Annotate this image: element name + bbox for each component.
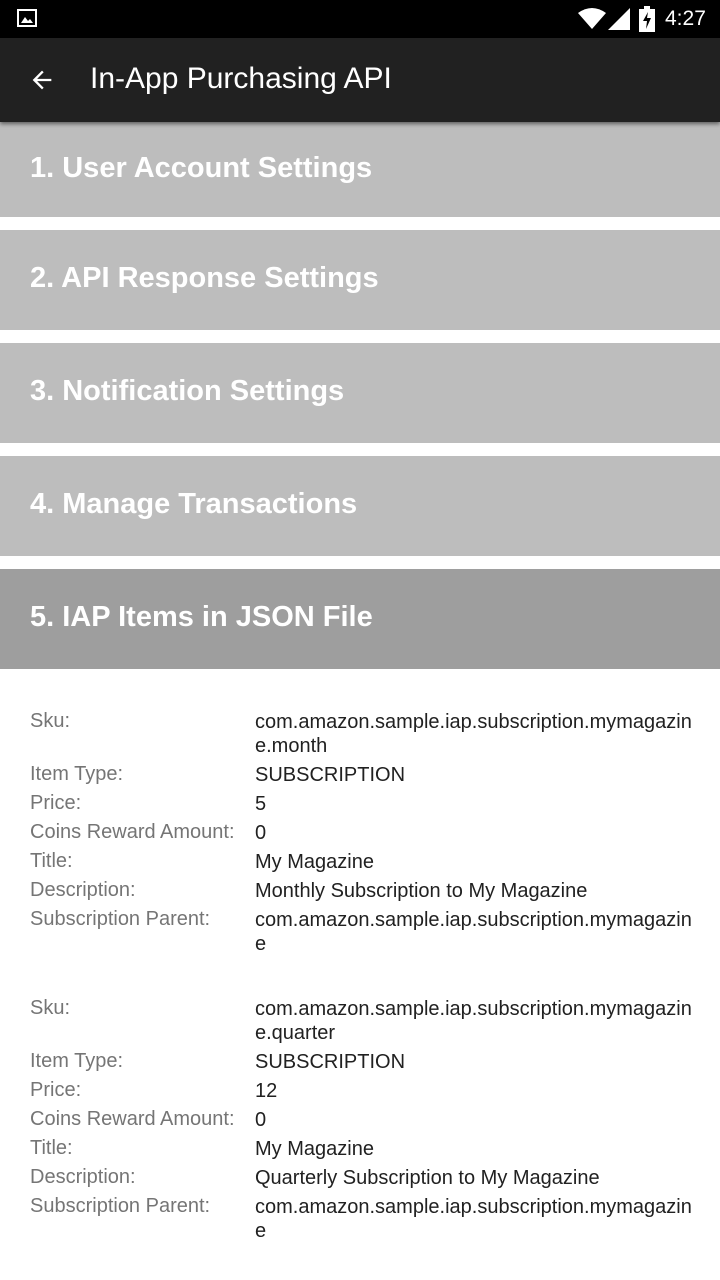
subscription-parent-label: Subscription Parent: xyxy=(30,1195,211,1217)
section-label: 1. User Account Settings xyxy=(30,152,373,184)
coins-value: 0 xyxy=(255,1109,267,1131)
section-manage-transactions[interactable]: 4. Manage Transactions xyxy=(0,456,720,556)
price-value: 5 xyxy=(255,793,267,815)
section-api-response-settings[interactable]: 2. API Response Settings xyxy=(0,230,720,330)
title-value: My Magazine xyxy=(255,851,374,873)
page-title: In-App Purchasing API xyxy=(90,62,392,95)
signal-icon xyxy=(608,8,630,30)
subscription-parent-label: Subscription Parent: xyxy=(30,908,211,930)
description-label: Description: xyxy=(30,1166,136,1188)
section-user-account-settings[interactable]: 1. User Account Settings xyxy=(0,122,720,217)
section-label: 4. Manage Transactions xyxy=(30,488,358,520)
item-type-label: Item Type: xyxy=(30,763,124,785)
sku-label: Sku: xyxy=(30,710,71,732)
section-label: 2. API Response Settings xyxy=(30,262,379,294)
status-bar: 4:27 xyxy=(0,0,720,38)
subscription-parent-value: com.amazon.sample.iap.subscription.mymag… xyxy=(255,909,692,955)
section-label: 3. Notification Settings xyxy=(30,375,345,407)
price-label: Price: xyxy=(30,792,82,814)
sku-value: com.amazon.sample.iap.subscription.mymag… xyxy=(255,711,692,757)
coins-label: Coins Reward Amount: xyxy=(30,821,235,843)
wifi-icon xyxy=(578,8,606,29)
description-value: Monthly Subscription to My Magazine xyxy=(255,880,588,902)
description-label: Description: xyxy=(30,879,136,901)
title-label: Title: xyxy=(30,850,73,872)
arrow-left-icon[interactable] xyxy=(28,66,56,94)
item-type-value: SUBSCRIPTION xyxy=(255,764,406,786)
item-type-value: SUBSCRIPTION xyxy=(255,1051,406,1073)
app-toolbar: In-App Purchasing API xyxy=(0,38,720,122)
section-notification-settings[interactable]: 3. Notification Settings xyxy=(0,343,720,443)
gallery-icon xyxy=(17,9,37,27)
title-value: My Magazine xyxy=(255,1138,374,1160)
subscription-parent-value: com.amazon.sample.iap.subscription.mymag… xyxy=(255,1196,692,1242)
section-iap-items-json[interactable]: 5. IAP Items in JSON File xyxy=(0,569,720,669)
title-label: Title: xyxy=(30,1137,73,1159)
coins-label: Coins Reward Amount: xyxy=(30,1108,235,1130)
status-time: 4:27 xyxy=(665,7,706,30)
item-type-label: Item Type: xyxy=(30,1050,124,1072)
price-label: Price: xyxy=(30,1079,82,1101)
section-label: 5. IAP Items in JSON File xyxy=(30,601,373,633)
description-value: Quarterly Subscription to My Magazine xyxy=(255,1167,600,1189)
sku-label: Sku: xyxy=(30,997,71,1019)
price-value: 12 xyxy=(255,1080,278,1102)
battery-charging-icon xyxy=(639,6,655,32)
sku-value: com.amazon.sample.iap.subscription.mymag… xyxy=(255,998,692,1044)
coins-value: 0 xyxy=(255,822,267,844)
